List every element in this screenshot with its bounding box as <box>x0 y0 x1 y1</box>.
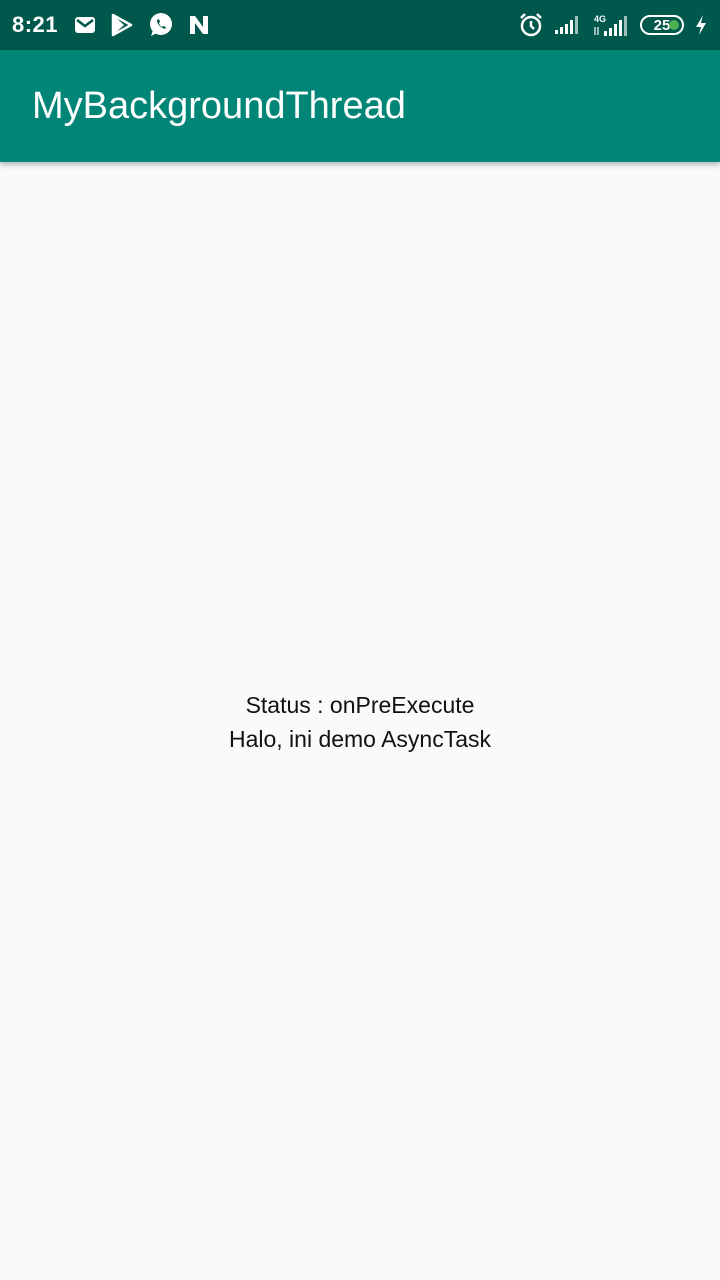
battery-level: 25 <box>653 16 671 34</box>
status-time: 8:21 <box>12 12 59 37</box>
app-bar: MyBackgroundThread <box>0 50 720 162</box>
battery-status-dot <box>669 20 679 30</box>
main-content: Status : onPreExecute Halo, ini demo Asy… <box>0 162 720 1280</box>
network-label: 4G <box>594 14 606 24</box>
gmail-icon <box>74 16 96 34</box>
system-icons: 4G 25 <box>518 12 708 38</box>
play-store-icon <box>110 13 134 37</box>
n-app-icon <box>188 14 210 36</box>
battery-indicator: 25 <box>640 15 684 35</box>
signal-4g-icon: 4G <box>592 13 630 37</box>
status-bar: 8:21 4G 25 <box>0 0 720 50</box>
status-text-block: Status : onPreExecute Halo, ini demo Asy… <box>0 688 720 756</box>
status-label: Status : onPreExecute <box>245 692 475 718</box>
charging-icon <box>694 14 708 36</box>
app-title: MyBackgroundThread <box>32 84 406 127</box>
signal-icon <box>554 15 582 35</box>
demo-label: Halo, ini demo AsyncTask <box>228 726 492 752</box>
alarm-icon <box>518 12 544 38</box>
notification-icons <box>74 12 210 38</box>
whatsapp-icon <box>148 12 174 38</box>
